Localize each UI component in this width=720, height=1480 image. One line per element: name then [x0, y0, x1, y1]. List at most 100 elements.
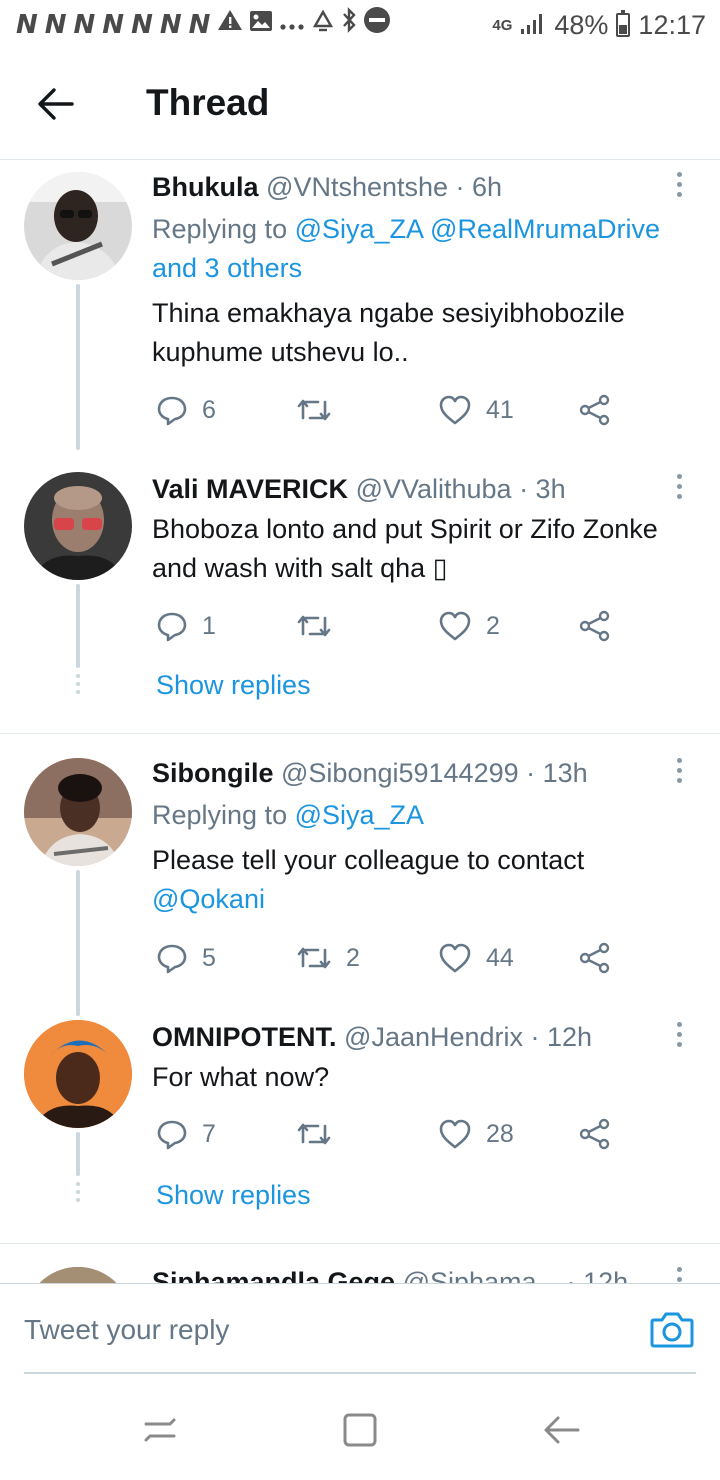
share-button[interactable]	[578, 606, 612, 646]
tweet[interactable]: Sibongile @Sibongi59144299 · 13h Replyin…	[0, 746, 720, 1016]
heart-icon	[439, 1119, 471, 1149]
heart-icon	[439, 395, 471, 425]
avatar[interactable]	[24, 172, 132, 280]
more-options-button[interactable]	[672, 1259, 686, 1283]
image-icon	[249, 8, 273, 42]
tweet-text: Please tell your colleague to contact @Q…	[152, 841, 702, 919]
thread-line	[76, 284, 80, 450]
retweet-button[interactable]	[296, 1114, 346, 1154]
reply-button[interactable]: 1	[156, 606, 216, 646]
signal-icon	[520, 11, 546, 40]
replying-to: Replying to @Siya_ZA	[152, 796, 702, 835]
more-options-button[interactable]	[672, 750, 686, 790]
more-dots-icon	[279, 8, 305, 42]
author-name[interactable]: Bhukula	[152, 172, 259, 202]
author-handle-time: @Siphama... · 12h	[402, 1267, 629, 1283]
tweet[interactable]: Vali MAVERICK @VValithuba · 3h Bhoboza l…	[0, 462, 720, 732]
tweet-header: Bhukula @VNtshentshe · 6h	[152, 172, 502, 203]
more-options-button[interactable]	[672, 164, 686, 204]
tweet-text: Bhoboza lonto and put Spirit or Zifo Zon…	[152, 514, 658, 583]
reply-button[interactable]: 5	[156, 938, 216, 978]
do-not-disturb-icon	[363, 6, 391, 44]
arrow-left-icon	[38, 88, 74, 120]
page-title: Thread	[146, 82, 270, 123]
share-icon	[579, 394, 610, 426]
bluetooth-icon	[341, 7, 357, 43]
notification-n-icon: N	[73, 10, 97, 40]
back-nav-button[interactable]	[542, 1410, 582, 1450]
retweet-button[interactable]	[296, 606, 346, 646]
thread-line	[76, 584, 80, 668]
tweet-text: For what now?	[152, 1062, 330, 1092]
reply-input[interactable]	[24, 1304, 634, 1356]
camera-button[interactable]	[648, 1306, 696, 1354]
like-button[interactable]: 44	[438, 938, 514, 978]
share-button[interactable]	[578, 390, 612, 430]
reply-count: 5	[202, 943, 216, 972]
notification-n-icon: N	[102, 10, 126, 40]
thread-continuation-dots	[76, 674, 80, 698]
replying-to-label: Replying to	[152, 800, 295, 830]
retweet-icon	[297, 947, 331, 969]
replying-to: Replying to @Siya_ZA @RealMrumaDrive and…	[152, 210, 702, 288]
like-count: 28	[486, 1119, 514, 1148]
tweet-actions: 6 41	[152, 390, 632, 430]
status-bar-notifications: N N N N N N N	[16, 6, 391, 44]
retweet-button[interactable]	[296, 390, 346, 430]
avatar[interactable]	[24, 1267, 132, 1283]
clock: 12:17	[638, 9, 706, 40]
tweet[interactable]: Bhukula @VNtshentshe · 6h Replying to @S…	[0, 160, 720, 450]
back-button[interactable]	[30, 78, 82, 130]
more-options-button[interactable]	[672, 1014, 686, 1054]
author-name[interactable]: Vali MAVERICK	[152, 474, 348, 504]
author-name[interactable]: Sibongile	[152, 758, 274, 788]
like-button[interactable]: 28	[438, 1114, 514, 1154]
tweet[interactable]: OMNIPOTENT. @JaanHendrix · 12h For what …	[0, 1010, 720, 1242]
share-icon	[579, 610, 610, 642]
notification-n-icon: N	[131, 10, 154, 40]
reply-icon	[157, 612, 187, 642]
like-count: 2	[486, 611, 500, 640]
author-name[interactable]: OMNIPOTENT.	[152, 1022, 337, 1052]
reply-button[interactable]: 7	[156, 1114, 216, 1154]
show-replies-link[interactable]: Show replies	[156, 670, 311, 701]
tweet-text-main: Please tell your colleague to contact	[152, 845, 585, 875]
share-button[interactable]	[578, 1114, 612, 1154]
tweet-header: OMNIPOTENT. @JaanHendrix · 12h	[152, 1022, 592, 1053]
like-button[interactable]: 2	[438, 606, 500, 646]
avatar[interactable]	[24, 472, 132, 580]
heart-icon	[439, 943, 471, 973]
author-handle-time: @VNtshentshe · 6h	[266, 172, 503, 202]
recents-button[interactable]	[140, 1410, 180, 1450]
thread-divider	[0, 733, 720, 734]
tweet-header: Sibongile @Sibongi59144299 · 13h	[152, 758, 588, 789]
avatar[interactable]	[24, 1020, 132, 1128]
tweet[interactable]: Siphamandla Gege @Siphama... · 12h	[0, 1255, 720, 1283]
camera-icon	[650, 1312, 694, 1348]
replying-to-mentions[interactable]: @Siya_ZA	[295, 800, 424, 830]
system-nav-bar	[0, 1380, 720, 1480]
tweet-header: Siphamandla Gege @Siphama... · 12h	[152, 1267, 628, 1283]
reply-icon	[157, 1120, 187, 1150]
reply-underline	[24, 1372, 696, 1374]
home-button[interactable]	[340, 1410, 380, 1450]
like-count: 41	[486, 395, 514, 424]
like-button[interactable]: 41	[438, 390, 514, 430]
thread-line	[76, 1132, 80, 1176]
author-handle-time: @VValithuba · 3h	[355, 474, 566, 504]
reply-button[interactable]: 6	[156, 390, 216, 430]
share-button[interactable]	[578, 938, 612, 978]
reply-count: 1	[202, 611, 216, 640]
reply-count: 6	[202, 395, 216, 424]
tweet-mention[interactable]: @Qokani	[152, 884, 265, 914]
tweet-actions: 5 2 44	[152, 938, 632, 978]
retweet-button[interactable]: 2	[296, 938, 360, 978]
more-options-button[interactable]	[672, 466, 686, 506]
show-replies-link[interactable]: Show replies	[156, 1180, 311, 1211]
recents-icon	[144, 1418, 176, 1442]
reply-count: 7	[202, 1119, 216, 1148]
avatar[interactable]	[24, 758, 132, 866]
status-bar-system: 4G 48% 12:17	[492, 8, 706, 42]
status-bar: N N N N N N N 4G 48% 12:17	[0, 0, 720, 50]
author-name[interactable]: Siphamandla Gege	[152, 1267, 395, 1283]
